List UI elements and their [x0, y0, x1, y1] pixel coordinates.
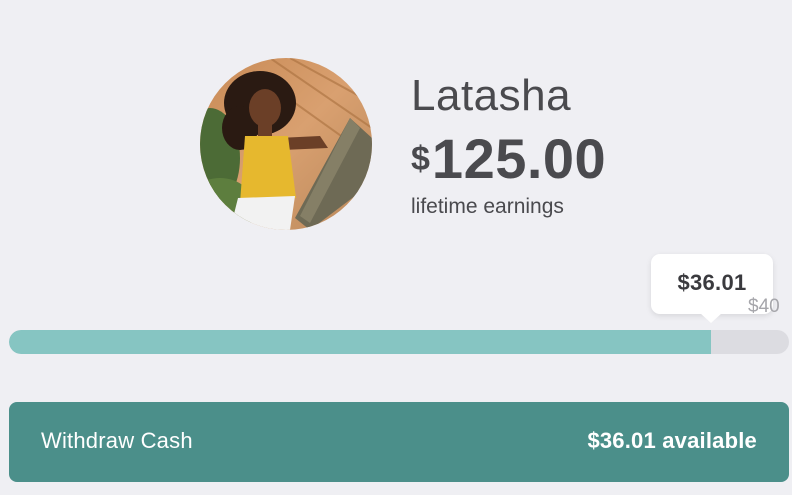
currency-symbol: $	[411, 140, 430, 178]
profile-photo-icon	[200, 58, 372, 230]
earnings-caption: lifetime earnings	[411, 195, 564, 218]
lifetime-earnings: $125.00	[411, 126, 606, 192]
avatar	[200, 58, 372, 230]
user-name: Latasha	[411, 71, 572, 120]
earnings-screen: Latasha $125.00 lifetime earnings $36.01…	[0, 0, 792, 495]
available-amount: $36.01 available	[587, 428, 757, 453]
earnings-amount: 125.00	[431, 127, 607, 190]
withdraw-label: Withdraw Cash	[41, 428, 193, 453]
progress-fill	[9, 330, 712, 354]
current-balance-label: $36.01	[677, 270, 747, 295]
goal-label: $40	[748, 296, 780, 317]
withdraw-cash-button[interactable]: Withdraw Cash $36.01 available	[9, 402, 789, 482]
progress-bar	[9, 330, 789, 354]
